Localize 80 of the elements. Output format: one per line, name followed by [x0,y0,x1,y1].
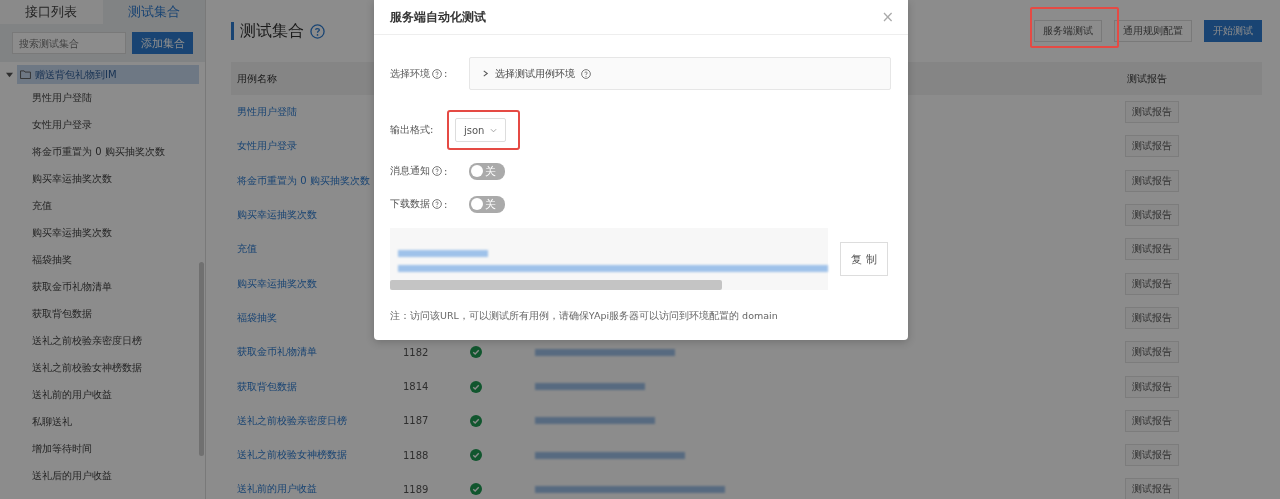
folder-icon [20,70,31,79]
tree-item[interactable]: 送礼前的用户收益 [0,381,205,408]
tree-item[interactable]: 购买幸运抽奖次数 [0,165,205,192]
tree-item[interactable]: 送礼之前校验女神榜数据 [0,354,205,381]
colon-mark: : [444,68,448,79]
sidebar-tab[interactable]: 接口列表 [0,0,103,24]
report-button[interactable]: 测试报告 [1125,306,1179,329]
help-icon[interactable] [432,166,442,176]
case-link[interactable]: 男性用户登陆 [237,106,297,118]
tree-item[interactable]: 女性用户登录 [0,111,205,138]
add-collection-button[interactable]: 添加集合 [132,32,193,54]
report-button[interactable]: 测试报告 [1125,272,1179,295]
page-title: 测试集合 [231,22,304,40]
caret-icon[interactable] [6,71,13,78]
sidebar-tab[interactable]: 测试集合 [102,0,205,24]
format-select[interactable]: json [455,118,507,142]
copy-button[interactable]: 复 制 [840,242,888,276]
toggle-switch[interactable]: 关 [469,195,506,213]
tree-item[interactable]: 福袋抽奖 [0,246,205,273]
column-header: 测试报告 [1127,71,1167,86]
tree-item[interactable]: 私聊送礼 [0,408,205,435]
report-button[interactable]: 测试报告 [1125,169,1179,192]
report-button[interactable]: 测试报告 [1125,204,1179,227]
case-link[interactable]: 购买幸运抽奖次数 [237,277,317,289]
table-cell-text: 1182 [403,346,430,358]
case-link[interactable]: 送礼之前校验女神榜数据 [237,449,347,461]
table-cell-text: 1189 [403,483,430,495]
field-label: 输出格式: [390,123,435,137]
report-button[interactable]: 测试报告 [1125,341,1179,364]
colon-mark: : [444,198,448,210]
case-link[interactable]: 女性用户登录 [237,140,297,152]
toolbar-button[interactable]: 通用规则配置 [1114,20,1192,42]
toggle-switch[interactable]: 关 [469,162,506,180]
report-button[interactable]: 测试报告 [1125,409,1179,432]
field-label: 消息通知 [390,164,430,178]
case-link[interactable]: 送礼之前校验亲密度日榜 [237,414,347,426]
case-link[interactable]: 送礼前的用户收益 [237,483,317,495]
close-button[interactable]: × [881,8,894,26]
tree-item[interactable]: 送礼后的用户收益 [0,462,205,489]
tree-item[interactable]: 获取金币礼物清单 [0,273,205,300]
report-button[interactable]: 测试报告 [1125,375,1179,398]
case-link[interactable]: 获取背包数据 [237,380,297,392]
case-link[interactable]: 获取金币礼物清单 [237,346,317,358]
note-text: 注：访问该URL，可以测试所有用例，请确保YApi服务器可以访问到环境配置的 domain [390,310,779,323]
column-header: 用例名称 [237,72,277,84]
search-field[interactable]: 搜索测试集合 [12,32,126,54]
report-button[interactable]: 测试报告 [1125,135,1179,158]
tree-item[interactable]: 增加等待时间 [0,435,205,462]
table-cell-text: 1187 [403,415,430,427]
table-cell-text: 1188 [403,449,430,461]
help-icon[interactable] [432,199,442,209]
case-link[interactable]: 购买幸运抽奖次数 [237,209,317,221]
tree-item[interactable]: 获取背包数据 [0,300,205,327]
collapse-panel[interactable]: 选择测试用例环境 [469,57,891,90]
scrollbar[interactable] [199,262,204,456]
tree-item[interactable]: 充值 [0,192,205,219]
chevron-icon [482,70,490,77]
toolbar-button[interactable]: 服务端测试 [1034,20,1102,42]
field-label: 选择环境 [390,66,430,81]
tree-folder[interactable]: 赠送背包礼物到IM [17,65,199,84]
report-button[interactable]: 测试报告 [1125,101,1179,124]
report-button[interactable]: 测试报告 [1125,444,1179,467]
tree-item[interactable]: 男性用户登陆 [0,84,205,111]
tree-item[interactable]: 送礼之前校验亲密度日榜 [0,327,205,354]
help-icon[interactable] [310,23,325,39]
report-button[interactable]: 测试报告 [1125,478,1179,499]
case-link[interactable]: 福袋抽奖 [237,311,277,323]
table-cell-text: 1814 [403,381,430,392]
field-label: 下载数据 [390,197,430,211]
case-link[interactable]: 充值 [237,243,257,255]
report-button[interactable]: 测试报告 [1125,238,1179,261]
dialog-title: 服务端自动化测试 [390,8,487,26]
chevron-icon [490,126,498,134]
case-link[interactable]: 将金币重置为 0 购买抽奖次数 [237,174,370,186]
help-icon[interactable] [432,68,442,79]
help-icon[interactable] [581,68,592,79]
tree-item[interactable]: 将金币重置为 0 购买抽奖次数 [0,138,205,165]
colon-mark: : [444,165,448,177]
tree-item[interactable]: 购买幸运抽奖次数 [0,219,205,246]
toolbar-button[interactable]: 开始测试 [1204,20,1262,42]
